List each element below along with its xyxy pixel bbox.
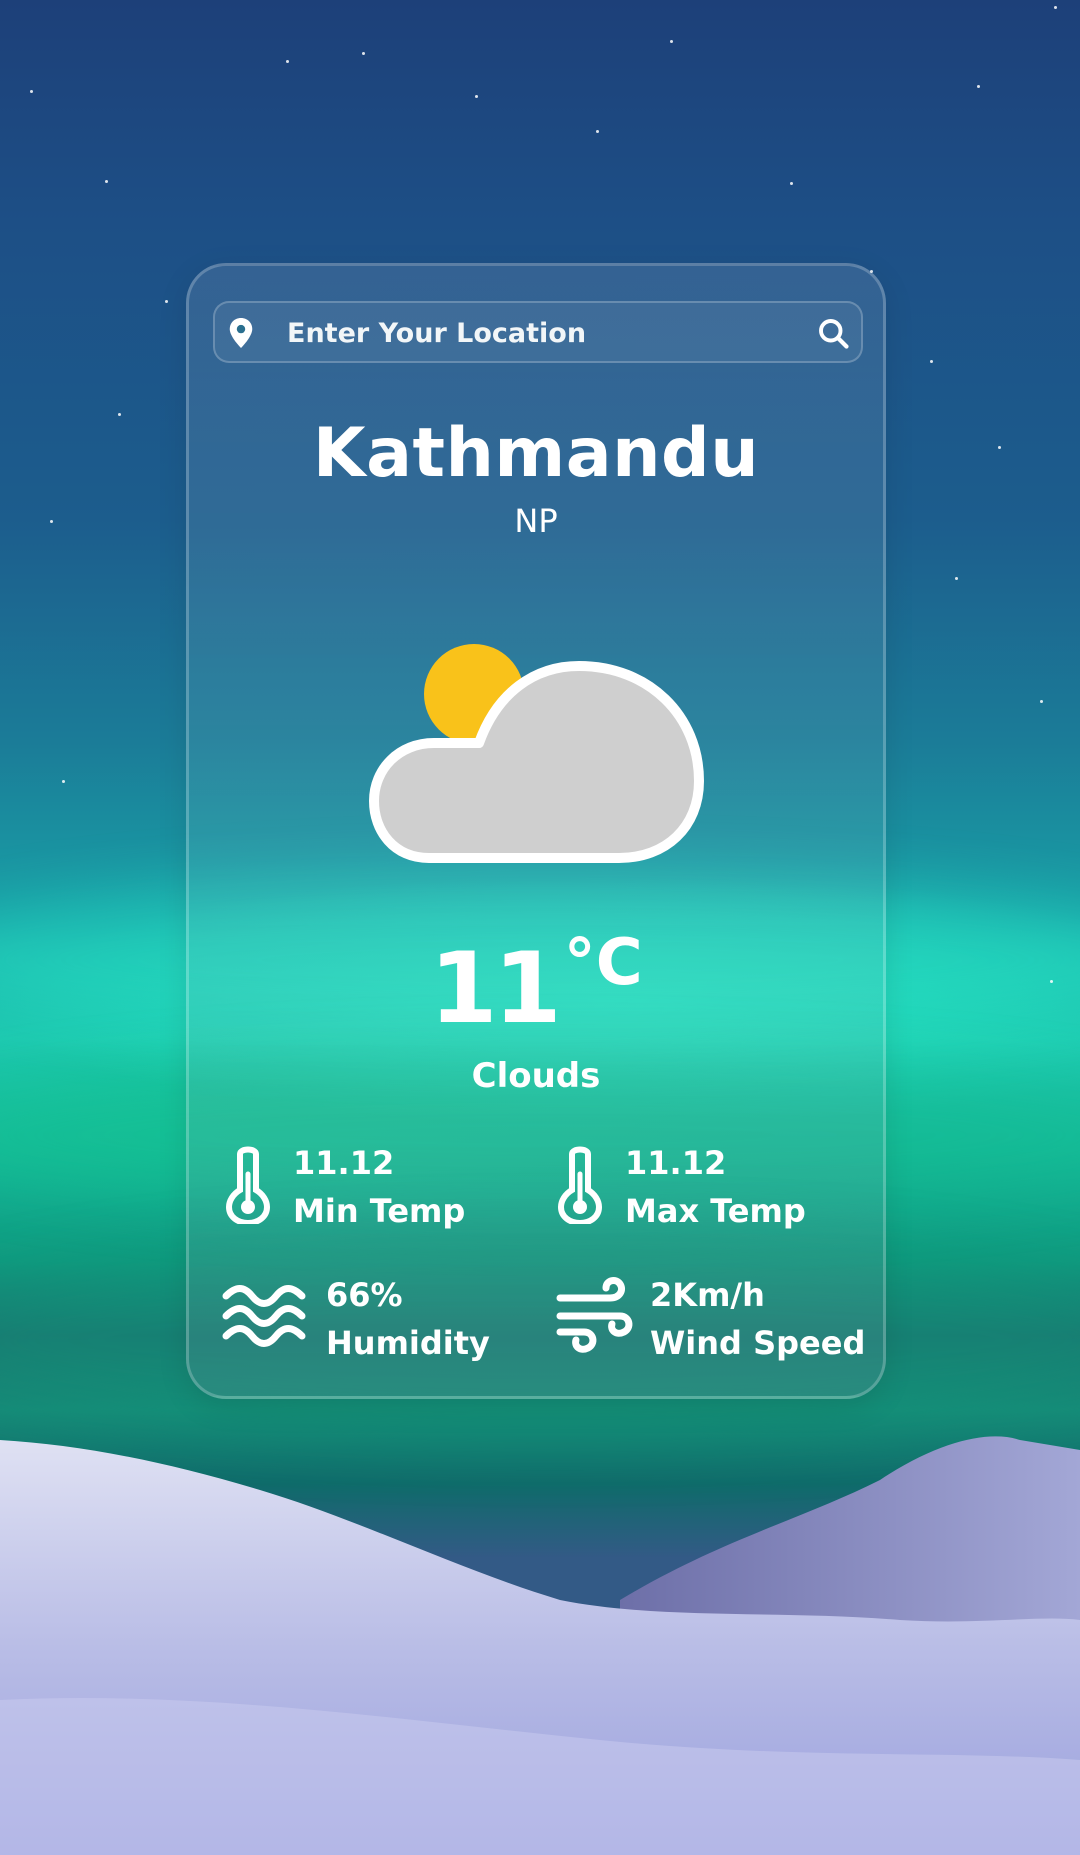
search-icon[interactable] — [815, 315, 851, 351]
waves-icon — [222, 1285, 306, 1347]
country-code: NP — [514, 502, 558, 540]
min-temp-label: Min Temp — [293, 1192, 466, 1230]
wind-speed-label: Wind Speed — [650, 1324, 866, 1362]
thermometer-icon — [225, 1146, 271, 1224]
wind-speed-value: 2Km/h — [650, 1276, 765, 1314]
temperature-value: 11 — [429, 932, 561, 1046]
location-search-bar — [213, 301, 863, 363]
weather-card: Kathmandu NP 11°C Clouds 11.12 Min Temp … — [186, 263, 886, 1399]
wind-icon — [556, 1277, 633, 1353]
weather-condition: Clouds — [471, 1056, 601, 1096]
location-pin-icon[interactable] — [223, 315, 259, 351]
temperature-unit: °C — [563, 926, 643, 1000]
humidity-value: 66% — [326, 1276, 403, 1314]
min-temp-value: 11.12 — [293, 1144, 395, 1182]
max-temp-label: Max Temp — [625, 1192, 806, 1230]
thermometer-icon — [557, 1146, 603, 1224]
temperature-display: 11°C — [189, 926, 883, 1046]
location-input[interactable] — [285, 311, 789, 355]
city-name: Kathmandu — [312, 414, 760, 493]
partly-cloudy-icon — [369, 644, 704, 863]
max-temp-value: 11.12 — [625, 1144, 727, 1182]
humidity-label: Humidity — [326, 1324, 490, 1362]
